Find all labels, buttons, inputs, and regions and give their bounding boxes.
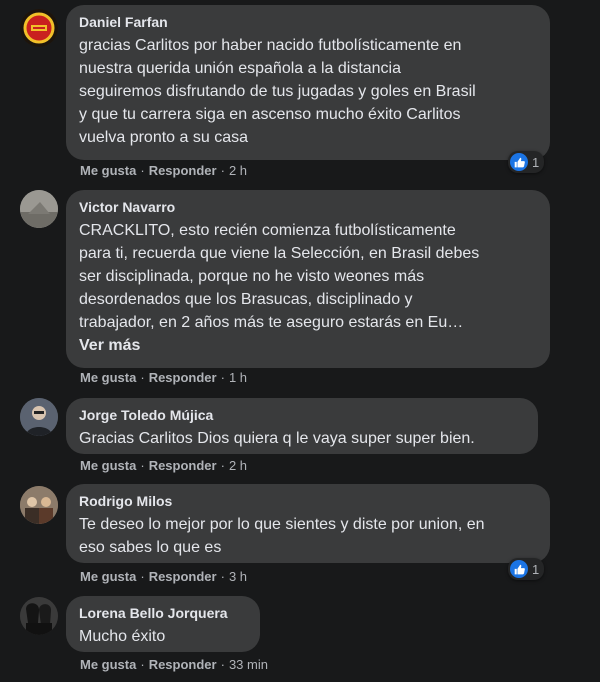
- comment-bubble: Lorena Bello Jorquera Mucho éxito: [66, 596, 260, 652]
- reaction-badge[interactable]: 1: [508, 558, 545, 580]
- reaction-badge[interactable]: 1: [508, 151, 545, 173]
- comment-text: gracias Carlitos por haber nacido futbol…: [79, 37, 476, 146]
- comment-actions: Me gusta · Responder · 3 h: [80, 569, 248, 584]
- like-button[interactable]: Me gusta: [80, 458, 136, 473]
- avatar[interactable]: [20, 597, 58, 635]
- reply-button[interactable]: Responder: [149, 657, 217, 672]
- author-name[interactable]: Lorena Bello Jorquera: [79, 604, 247, 622]
- author-name[interactable]: Victor Navarro: [79, 198, 537, 216]
- comment-actions: Me gusta · Responder · 2 h: [80, 163, 248, 178]
- like-button[interactable]: Me gusta: [80, 569, 136, 584]
- reply-button[interactable]: Responder: [149, 163, 217, 178]
- comment-bubble: Daniel Farfan gracias Carlitos por haber…: [66, 5, 550, 160]
- profile-photo-icon: [20, 190, 58, 228]
- author-name[interactable]: Rodrigo Milos: [79, 492, 537, 510]
- comment-bubble: Jorge Toledo Mújica Gracias Carlitos Dio…: [66, 398, 538, 454]
- profile-photo-icon: [20, 597, 58, 635]
- timestamp[interactable]: 2 h: [229, 163, 247, 178]
- comment-text: Mucho éxito: [79, 628, 166, 645]
- reaction-count: 1: [532, 154, 540, 170]
- comment-text: Te deseo lo mejor por lo que sientes y d…: [79, 516, 485, 556]
- timestamp[interactable]: 33 min: [229, 657, 268, 672]
- comment-text: Gracias Carlitos Dios quiera q le vaya s…: [79, 430, 475, 447]
- avatar[interactable]: [20, 486, 58, 524]
- like-button[interactable]: Me gusta: [80, 370, 136, 385]
- reply-button[interactable]: Responder: [149, 458, 217, 473]
- like-button[interactable]: Me gusta: [80, 163, 136, 178]
- club-badge-icon: [20, 9, 58, 47]
- profile-photo-icon: [20, 398, 58, 436]
- profile-photo-icon: [20, 486, 58, 524]
- avatar[interactable]: [20, 398, 58, 436]
- comment-bubble: Victor Navarro CRACKLITO, esto recién co…: [66, 190, 550, 368]
- comment-actions: Me gusta · Responder · 2 h: [80, 458, 248, 473]
- timestamp[interactable]: 3 h: [229, 569, 247, 584]
- timestamp[interactable]: 2 h: [229, 458, 247, 473]
- avatar[interactable]: [20, 9, 58, 47]
- like-icon: [510, 560, 528, 578]
- like-button[interactable]: Me gusta: [80, 657, 136, 672]
- see-more-link[interactable]: Ver más: [79, 334, 537, 357]
- avatar[interactable]: [20, 190, 58, 228]
- author-name[interactable]: Daniel Farfan: [79, 13, 537, 31]
- reaction-count: 1: [532, 561, 540, 577]
- comment-actions: Me gusta · Responder · 33 min: [80, 657, 268, 672]
- reply-button[interactable]: Responder: [149, 370, 217, 385]
- comment-bubble: Rodrigo Milos Te deseo lo mejor por lo q…: [66, 484, 550, 563]
- comment-actions: Me gusta · Responder · 1 h: [80, 370, 248, 385]
- comment-text: CRACKLITO, esto recién comienza futbolís…: [79, 219, 537, 357]
- author-name[interactable]: Jorge Toledo Mújica: [79, 406, 525, 424]
- timestamp[interactable]: 1 h: [229, 370, 247, 385]
- like-icon: [510, 153, 528, 171]
- reply-button[interactable]: Responder: [149, 569, 217, 584]
